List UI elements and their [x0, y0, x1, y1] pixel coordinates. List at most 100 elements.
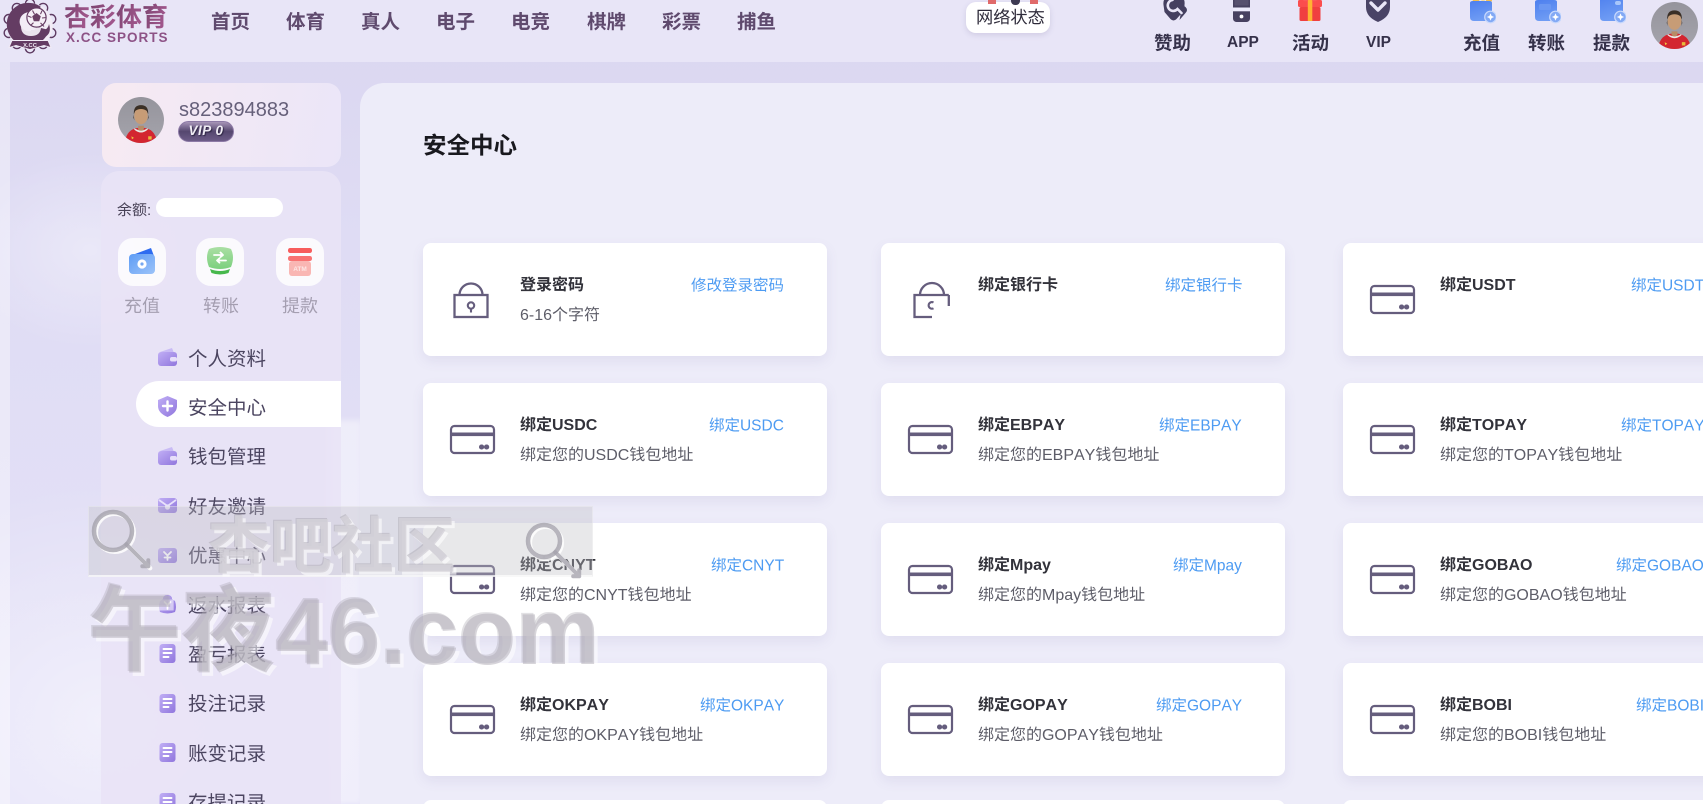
- svg-text:P: P: [1211, 697, 1221, 714]
- svg-text:E: E: [1010, 417, 1021, 434]
- svg-text:Y: Y: [1232, 697, 1242, 714]
- svg-text:A: A: [618, 727, 629, 744]
- svg-text:O: O: [1054, 727, 1066, 744]
- svg-text:A: A: [1221, 417, 1232, 434]
- svg-text:U: U: [740, 417, 751, 434]
- svg-text:A: A: [1221, 697, 1232, 714]
- svg-text:P: P: [1494, 417, 1505, 434]
- svg-text:B: B: [1689, 697, 1699, 714]
- svg-text:U: U: [1662, 277, 1673, 294]
- svg-text:Y: Y: [607, 587, 618, 604]
- svg-text:B: B: [1201, 417, 1211, 434]
- svg-text:ATM: ATM: [293, 266, 307, 273]
- svg-text:O: O: [731, 697, 743, 714]
- svg-text:M: M: [1204, 557, 1217, 574]
- svg-text:A: A: [1682, 557, 1693, 574]
- svg-text:D: D: [1494, 277, 1506, 294]
- svg-text:G: G: [1647, 557, 1659, 574]
- svg-text:O: O: [1692, 557, 1703, 574]
- svg-text:A: A: [1046, 697, 1058, 714]
- svg-text:B: B: [1497, 557, 1509, 574]
- svg-text:O: O: [552, 697, 564, 714]
- svg-text:Y: Y: [598, 697, 609, 714]
- svg-text:G: G: [1010, 697, 1022, 714]
- svg-text:E: E: [1190, 417, 1200, 434]
- svg-text:P: P: [1526, 447, 1537, 464]
- svg-text:1: 1: [534, 307, 543, 324]
- svg-text:O: O: [1199, 697, 1211, 714]
- svg-text:O: O: [1677, 697, 1689, 714]
- svg-text:B: B: [1053, 447, 1064, 464]
- svg-text:y: y: [1234, 557, 1242, 574]
- svg-text:D: D: [606, 447, 618, 464]
- svg-text:m: m: [516, 579, 600, 684]
- svg-text:6: 6: [543, 307, 552, 324]
- svg-text:Y: Y: [1088, 727, 1099, 744]
- svg-text:M: M: [1010, 557, 1023, 574]
- svg-text:6: 6: [328, 579, 380, 684]
- svg-text:T: T: [775, 557, 785, 574]
- svg-text:O: O: [1484, 557, 1496, 574]
- svg-text:A: A: [1537, 447, 1548, 464]
- svg-text:y: y: [1042, 557, 1051, 574]
- svg-text:S: S: [564, 417, 575, 434]
- svg-text:y: y: [1073, 587, 1081, 604]
- svg-text:U: U: [552, 417, 564, 434]
- svg-text:X.CC: X.CC: [23, 43, 38, 49]
- svg-text:Y: Y: [1054, 417, 1065, 434]
- svg-text:O: O: [1484, 697, 1496, 714]
- svg-text:O: O: [1514, 447, 1526, 464]
- svg-text:Y: Y: [1694, 417, 1703, 434]
- svg-text:E: E: [1042, 447, 1053, 464]
- svg-text:M: M: [1042, 587, 1055, 604]
- svg-text:.: .: [381, 579, 407, 684]
- svg-text:G: G: [1187, 697, 1199, 714]
- svg-text:K: K: [596, 727, 607, 744]
- svg-text:T: T: [618, 587, 628, 604]
- svg-text:Y: Y: [1548, 447, 1559, 464]
- svg-text:o: o: [459, 579, 516, 684]
- svg-text:A: A: [587, 697, 599, 714]
- svg-text:G: G: [1504, 587, 1516, 604]
- svg-text:B: B: [1529, 587, 1540, 604]
- svg-text:Y: Y: [764, 557, 774, 574]
- svg-text:T: T: [1472, 417, 1482, 434]
- svg-text:O: O: [1515, 727, 1527, 744]
- svg-text:B: B: [1504, 727, 1515, 744]
- svg-text:Y: Y: [628, 727, 639, 744]
- svg-text:B: B: [1671, 557, 1681, 574]
- svg-text:O: O: [1659, 557, 1671, 574]
- svg-text:B: B: [1667, 697, 1677, 714]
- svg-text:O: O: [1520, 557, 1532, 574]
- svg-text:a: a: [1033, 557, 1042, 574]
- svg-text:S: S: [751, 417, 761, 434]
- svg-text:S: S: [1484, 277, 1495, 294]
- svg-text:p: p: [1023, 557, 1033, 574]
- svg-text:A: A: [1043, 417, 1055, 434]
- svg-text:P: P: [1063, 447, 1074, 464]
- svg-text:O: O: [1516, 587, 1528, 604]
- svg-text:p: p: [1055, 587, 1064, 604]
- svg-text:S: S: [1673, 277, 1683, 294]
- svg-text:Y: Y: [1057, 697, 1068, 714]
- svg-text:U: U: [1472, 277, 1484, 294]
- svg-text:B: B: [1021, 417, 1033, 434]
- svg-text:T: T: [1506, 277, 1516, 294]
- svg-text:Y: Y: [1085, 447, 1096, 464]
- svg-text:O: O: [1022, 697, 1034, 714]
- svg-text:O: O: [1482, 417, 1494, 434]
- svg-text:A: A: [1505, 417, 1517, 434]
- svg-text:D: D: [1683, 277, 1694, 294]
- svg-text:a: a: [1226, 557, 1235, 574]
- svg-text:B: B: [1472, 697, 1484, 714]
- svg-text:C: C: [586, 417, 598, 434]
- svg-text:Y: Y: [774, 697, 784, 714]
- svg-text:I: I: [1538, 727, 1542, 744]
- svg-text:6: 6: [520, 307, 529, 324]
- svg-text:C: C: [773, 417, 784, 434]
- svg-text:U: U: [584, 447, 596, 464]
- svg-text:S: S: [596, 447, 607, 464]
- svg-text:a: a: [1064, 587, 1073, 604]
- svg-text::: :: [147, 202, 151, 219]
- svg-text:D: D: [574, 417, 586, 434]
